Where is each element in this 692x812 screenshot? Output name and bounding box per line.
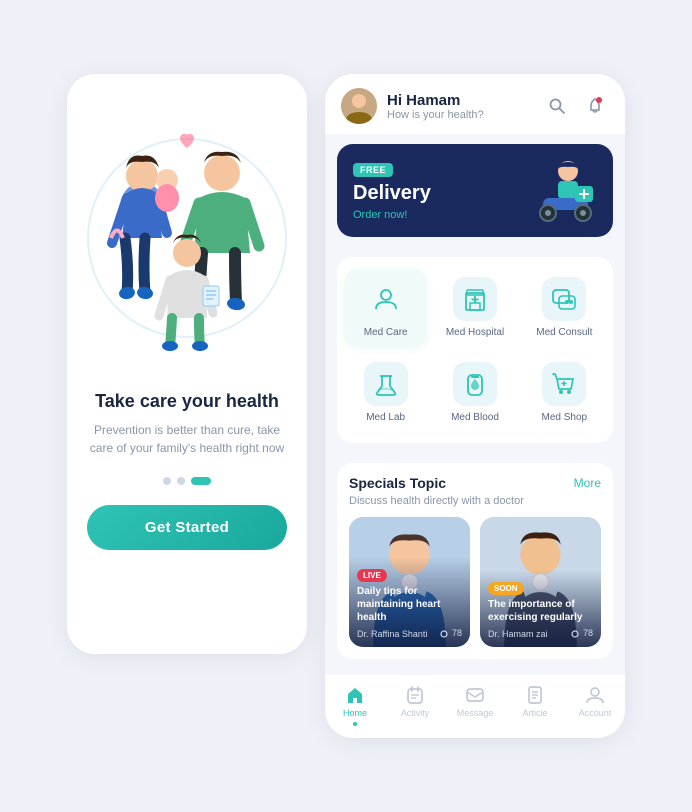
get-started-button[interactable]: Get Started [87,505,287,550]
nav-active-dot [353,722,357,726]
nav-article-label: Article [522,708,547,718]
nav-activity[interactable]: Activity [391,685,439,726]
card-1-doctor: Dr. Raffina Shanti [357,629,427,639]
bell-icon[interactable] [581,92,609,120]
views-icon-1 [439,629,449,639]
med-consult-icon [550,285,578,313]
search-icon[interactable] [543,92,571,120]
avatar [341,88,377,124]
account-icon [585,685,605,705]
onboarding-title: Take care your health [95,390,279,413]
med-shop-icon [550,370,578,398]
card-1-overlay: LIVE Daily tips for maintaining heart he… [349,557,470,647]
home-icon [345,685,365,705]
family-illustration [87,108,287,368]
nav-article[interactable]: Article [511,685,559,726]
activity-icon [405,685,425,705]
service-med-blood[interactable]: Med Blood [434,354,515,431]
banner-subtitle: Order now! [353,209,431,221]
card-2-views: 78 [570,628,593,639]
nav-home-label: Home [343,708,367,718]
specials-title: Specials Topic [349,475,446,491]
live-badge: LIVE [357,569,387,582]
onboarding-card: Take care your health Prevention is bett… [67,74,307,654]
views-icon-2 [570,629,580,639]
dot-2 [177,477,185,485]
service-med-hospital[interactable]: Med Hospital [434,269,515,346]
article-icon [525,685,545,705]
med-shop-label: Med Shop [542,412,588,423]
illustration-area [87,98,287,378]
free-badge: FREE [353,163,393,177]
card-1-title: Daily tips for maintaining heart health [357,585,462,624]
message-icon [465,685,485,705]
dot-1 [163,477,171,485]
card-2-overlay: SOON The importance of exercising regula… [480,570,601,647]
nav-activity-label: Activity [401,708,430,718]
app-container: Take care your health Prevention is bett… [67,74,625,738]
med-blood-icon [461,370,489,398]
nav-home[interactable]: Home [331,685,379,726]
med-hospital-icon-wrap [453,277,497,321]
nav-account[interactable]: Account [571,685,619,726]
med-lab-label: Med Lab [366,412,405,423]
banner-title: Delivery [353,181,431,205]
specials-subtitle: Discuss health directly with a doctor [349,495,601,507]
service-med-lab[interactable]: Med Lab [345,354,426,431]
banner-illustration [523,156,603,226]
onboarding-subtitle: Prevention is better than cure, take car… [87,421,287,457]
main-app-card: Hi Hamam How is your health? [325,74,625,738]
banner-content: FREE Delivery Order now! [353,160,431,221]
card-2-meta: Dr. Hamam zai 78 [488,628,593,639]
card-1-meta: Dr. Raffina Shanti 78 [357,628,462,639]
promo-banner[interactable]: FREE Delivery Order now! [337,144,613,237]
med-shop-icon-wrap [542,362,586,406]
service-med-care[interactable]: Med Care [345,269,426,346]
med-care-icon-wrap [364,277,408,321]
med-hospital-label: Med Hospital [446,327,504,338]
greeting-text: Hi Hamam [387,92,533,109]
bottom-nav: Home Activity [325,675,625,738]
nav-message-label: Message [457,708,494,718]
med-consult-icon-wrap [542,277,586,321]
service-med-shop[interactable]: Med Shop [524,354,605,431]
nav-account-label: Account [579,708,612,718]
med-blood-icon-wrap [453,362,497,406]
specials-more-button[interactable]: More [574,476,601,490]
specials-header: Specials Topic More [349,475,601,491]
med-lab-icon [372,370,400,398]
card-1-views: 78 [439,628,462,639]
header-icons [543,92,609,120]
specials-section: Specials Topic More Discuss health direc… [337,463,613,659]
dot-3 [191,477,211,485]
topic-cards-row: LIVE Daily tips for maintaining heart he… [349,517,601,647]
soon-badge: SOON [488,582,524,595]
med-lab-icon-wrap [364,362,408,406]
health-subtitle: How is your health? [387,109,533,121]
app-header: Hi Hamam How is your health? [325,74,625,134]
topic-card-1[interactable]: LIVE Daily tips for maintaining heart he… [349,517,470,647]
card-2-doctor: Dr. Hamam zai [488,629,548,639]
header-text: Hi Hamam How is your health? [387,92,533,121]
nav-message[interactable]: Message [451,685,499,726]
pagination-dots [163,477,211,485]
med-care-icon [372,285,400,313]
med-blood-label: Med Blood [451,412,499,423]
services-grid: Med Care Med Hospital [337,257,613,443]
service-med-consult[interactable]: Med Consult [524,269,605,346]
med-hospital-icon [461,285,489,313]
med-care-label: Med Care [364,327,408,338]
med-consult-label: Med Consult [536,327,592,338]
avatar-image [341,88,377,124]
card-2-title: The importance of exercising regularly [488,598,593,624]
topic-card-2[interactable]: SOON The importance of exercising regula… [480,517,601,647]
